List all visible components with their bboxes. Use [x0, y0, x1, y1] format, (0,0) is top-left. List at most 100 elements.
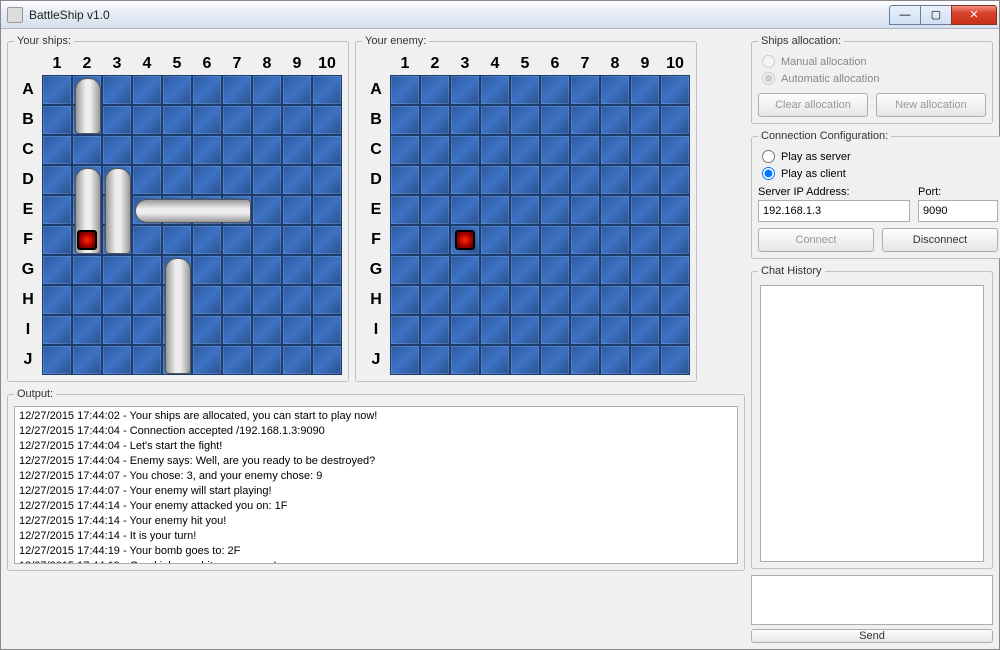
maximize-button[interactable]: ▢ [920, 5, 952, 25]
grid-cell[interactable] [420, 285, 450, 315]
grid-cell[interactable] [570, 315, 600, 345]
grid-cell[interactable] [600, 345, 630, 375]
grid-cell[interactable] [600, 135, 630, 165]
grid-cell[interactable] [390, 195, 420, 225]
grid-cell[interactable] [600, 255, 630, 285]
grid-cell[interactable] [630, 135, 660, 165]
close-button[interactable]: ✕ [951, 5, 997, 25]
grid-cell[interactable] [630, 75, 660, 105]
grid-cell[interactable] [660, 165, 690, 195]
grid-cell[interactable] [660, 315, 690, 345]
grid-cell[interactable] [660, 195, 690, 225]
port-input[interactable] [918, 200, 998, 222]
grid-cell[interactable] [540, 165, 570, 195]
grid-cell[interactable] [510, 75, 540, 105]
grid-cell[interactable] [570, 255, 600, 285]
grid-cell[interactable] [450, 195, 480, 225]
grid-cell[interactable] [510, 225, 540, 255]
grid-cell[interactable] [570, 135, 600, 165]
grid-cell[interactable] [450, 285, 480, 315]
grid-cell[interactable] [540, 105, 570, 135]
grid-cell[interactable] [630, 285, 660, 315]
grid-cell[interactable] [420, 105, 450, 135]
grid-cell[interactable] [480, 135, 510, 165]
grid-cell[interactable] [450, 345, 480, 375]
grid-cell[interactable] [480, 345, 510, 375]
grid-cell[interactable] [630, 165, 660, 195]
grid-cell[interactable] [540, 285, 570, 315]
grid-cell[interactable] [660, 135, 690, 165]
grid-cell[interactable] [480, 225, 510, 255]
grid-cell[interactable] [630, 315, 660, 345]
grid-cell[interactable] [600, 165, 630, 195]
grid-cell[interactable] [660, 345, 690, 375]
grid-cell[interactable] [630, 255, 660, 285]
minimize-button[interactable]: — [889, 5, 921, 25]
grid-cell[interactable] [660, 225, 690, 255]
grid-cell[interactable] [390, 165, 420, 195]
grid-cell[interactable] [450, 135, 480, 165]
grid-cell[interactable] [390, 105, 420, 135]
grid-cell[interactable] [480, 195, 510, 225]
grid-cell[interactable] [450, 255, 480, 285]
grid-cell[interactable] [570, 285, 600, 315]
grid-cell[interactable] [510, 165, 540, 195]
grid-cell[interactable] [480, 75, 510, 105]
grid-cell[interactable] [570, 195, 600, 225]
grid-cell[interactable] [570, 75, 600, 105]
grid-cell[interactable] [480, 285, 510, 315]
grid-cell[interactable] [480, 315, 510, 345]
grid-cell[interactable] [510, 195, 540, 225]
grid-cell[interactable] [510, 135, 540, 165]
grid-cell[interactable] [630, 105, 660, 135]
play-client-row[interactable]: Play as client [758, 165, 998, 182]
play-server-row[interactable]: Play as server [758, 148, 998, 165]
ip-input[interactable] [758, 200, 910, 222]
grid-cell[interactable] [540, 225, 570, 255]
enemy-grid[interactable]: 12345678910ABCDEFGHIJ [362, 53, 690, 375]
grid-cell[interactable] [510, 105, 540, 135]
grid-cell[interactable] [420, 315, 450, 345]
chat-input[interactable] [751, 575, 993, 625]
grid-cell[interactable] [600, 75, 630, 105]
grid-cell[interactable] [540, 255, 570, 285]
grid-cell[interactable] [450, 225, 480, 255]
grid-cell[interactable] [420, 255, 450, 285]
grid-cell[interactable] [450, 315, 480, 345]
chat-history-box[interactable] [760, 285, 984, 562]
grid-cell[interactable] [540, 135, 570, 165]
grid-cell[interactable] [540, 345, 570, 375]
grid-cell[interactable] [600, 225, 630, 255]
grid-cell[interactable] [390, 315, 420, 345]
output-textbox[interactable]: 12/27/2015 17:44:02 - Your ships are all… [14, 406, 738, 564]
grid-cell[interactable] [450, 75, 480, 105]
grid-cell[interactable] [600, 195, 630, 225]
grid-cell[interactable] [420, 195, 450, 225]
grid-cell[interactable] [570, 165, 600, 195]
grid-cell[interactable] [510, 345, 540, 375]
grid-cell[interactable] [420, 225, 450, 255]
grid-cell[interactable] [390, 255, 420, 285]
grid-cell[interactable] [480, 255, 510, 285]
grid-cell[interactable] [600, 285, 630, 315]
grid-cell[interactable] [480, 105, 510, 135]
send-button[interactable]: Send [751, 629, 993, 643]
play-client-radio[interactable] [762, 167, 775, 180]
grid-cell[interactable] [420, 165, 450, 195]
grid-cell[interactable] [630, 345, 660, 375]
grid-cell[interactable] [420, 345, 450, 375]
disconnect-button[interactable]: Disconnect [882, 228, 998, 252]
grid-cell[interactable] [570, 345, 600, 375]
grid-cell[interactable] [630, 195, 660, 225]
grid-cell[interactable] [660, 285, 690, 315]
grid-cell[interactable] [420, 135, 450, 165]
play-server-radio[interactable] [762, 150, 775, 163]
grid-cell[interactable] [570, 225, 600, 255]
grid-cell[interactable] [390, 135, 420, 165]
grid-cell[interactable] [540, 315, 570, 345]
grid-cell[interactable] [420, 75, 450, 105]
grid-cell[interactable] [660, 255, 690, 285]
grid-cell[interactable] [540, 75, 570, 105]
grid-cell[interactable] [600, 315, 630, 345]
grid-cell[interactable] [510, 255, 540, 285]
